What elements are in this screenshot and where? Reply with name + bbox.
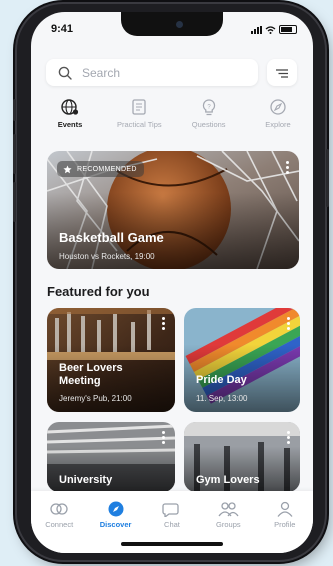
beer-title: Beer Lovers Meeting — [59, 362, 123, 387]
star-icon — [63, 164, 72, 173]
nav-groups-label: Groups — [216, 520, 241, 529]
tab-events-label: Events — [57, 120, 83, 129]
app-screen: 9:41 Search Events Practical Tips ? Ques… — [31, 12, 313, 553]
featured-card-university[interactable]: University — [47, 422, 175, 492]
home-indicator — [121, 542, 223, 546]
signal-icon — [251, 26, 262, 34]
volume-down-button — [13, 182, 16, 222]
nav-discover[interactable]: Discover — [90, 501, 142, 529]
tab-practical-tips-label: Practical Tips — [117, 120, 162, 129]
profile-icon — [277, 501, 293, 517]
tab-questions[interactable]: ? Questions — [178, 98, 240, 129]
status-icons — [251, 25, 297, 34]
hero-title: Basketball Game — [59, 230, 164, 245]
bottom-navigation: Connect Discover Chat Groups Profile — [31, 491, 313, 553]
tab-explore[interactable]: Explore — [247, 98, 309, 129]
university-title: University — [59, 474, 113, 486]
beer-more-icon[interactable] — [162, 317, 165, 330]
nav-groups[interactable]: Groups — [202, 501, 254, 529]
lightbulb-icon: ? — [202, 99, 215, 116]
chat-icon — [162, 503, 179, 517]
university-more-icon[interactable] — [162, 431, 165, 444]
power-button — [326, 149, 329, 207]
wifi-icon — [265, 26, 276, 34]
search-bar[interactable] — [46, 59, 258, 86]
beer-subtitle: Jeremy's Pub, 21:00 — [59, 394, 132, 403]
nav-chat[interactable]: Chat — [146, 501, 198, 529]
groups-icon — [218, 502, 239, 517]
book-icon — [132, 99, 146, 115]
hero-subtitle: Houston vs Rockets, 19:00 — [59, 252, 155, 261]
pride-more-icon[interactable] — [287, 317, 290, 330]
nav-profile-label: Profile — [274, 520, 296, 529]
tab-events[interactable]: Events — [39, 98, 101, 129]
category-tabs: Events Practical Tips ? Questions Explor… — [39, 98, 309, 129]
section-title: Featured for you — [47, 284, 150, 299]
camera — [176, 21, 183, 28]
connect-icon — [50, 503, 68, 515]
nav-connect-label: Connect — [45, 520, 74, 529]
svg-text:?: ? — [207, 105, 211, 111]
notch — [121, 12, 223, 36]
discover-icon — [108, 501, 124, 517]
featured-card-beer[interactable]: Beer Lovers Meeting Jeremy's Pub, 21:00 — [47, 308, 175, 412]
gym-title: Gym Lovers — [196, 474, 260, 486]
pride-title: Pride Day — [196, 374, 247, 386]
compass-icon — [270, 99, 286, 115]
nav-connect[interactable]: Connect — [33, 501, 85, 529]
tab-questions-label: Questions — [191, 120, 226, 129]
status-time: 9:41 — [51, 23, 74, 35]
mute-switch — [13, 99, 16, 121]
featured-card-pride[interactable]: Pride Day 11. Sep, 13:00 — [184, 308, 300, 412]
globe-icon — [61, 99, 79, 115]
featured-card-gym[interactable]: Gym Lovers — [184, 422, 300, 492]
pride-subtitle: 11. Sep, 13:00 — [196, 394, 248, 403]
filter-button[interactable] — [267, 59, 297, 86]
gym-more-icon[interactable] — [287, 431, 290, 444]
search-input[interactable] — [80, 64, 234, 81]
search-icon — [58, 66, 72, 80]
recommended-label: RECOMMENDED — [77, 165, 137, 173]
hero-event-card[interactable]: RECOMMENDED Basketball Game Houston vs R… — [47, 151, 299, 269]
battery-icon — [279, 25, 297, 34]
nav-chat-label: Chat — [164, 520, 180, 529]
hero-more-icon[interactable] — [286, 161, 289, 174]
volume-up-button — [13, 134, 16, 174]
menu-icon — [276, 68, 288, 78]
recommended-badge: RECOMMENDED — [57, 161, 144, 177]
nav-discover-label: Discover — [99, 520, 132, 529]
nav-profile[interactable]: Profile — [259, 501, 311, 529]
tab-practical-tips[interactable]: Practical Tips — [108, 98, 170, 129]
tab-explore-label: Explore — [265, 120, 291, 129]
